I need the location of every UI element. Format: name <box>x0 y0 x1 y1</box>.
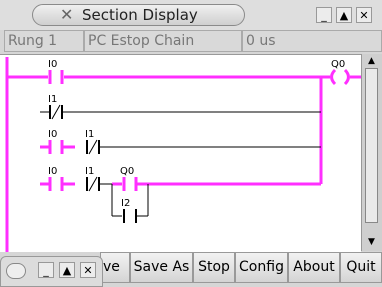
window-title: Section Display <box>82 6 198 24</box>
close-button[interactable]: ✕ <box>356 7 372 23</box>
scroll-thumb[interactable] <box>365 68 378 223</box>
scroll-down-arrow-icon[interactable]: ▼ <box>365 236 378 248</box>
contact-label: I0 <box>48 166 57 177</box>
window-close-x-icon[interactable]: ✕ <box>60 5 73 24</box>
ladder-diagram: I0 Q0 I1 I0 I1 I0 I1 Q0 I2 <box>5 57 361 252</box>
coil-label: Q0 <box>331 59 345 70</box>
about-button[interactable]: About <box>288 252 340 283</box>
coil-right-arc <box>343 68 350 86</box>
contact-label: I1 <box>85 129 94 140</box>
mini-maximize-button[interactable]: ▲ <box>59 262 75 278</box>
contact-label: I0 <box>48 129 57 140</box>
save-button-partial[interactable]: ve <box>100 252 130 283</box>
contact-label: I2 <box>121 198 130 209</box>
stop-button[interactable]: Stop <box>193 252 235 283</box>
scroll-up-arrow-icon[interactable]: ▲ <box>365 55 378 67</box>
mini-minimize-button[interactable]: _ <box>38 262 54 278</box>
mini-window[interactable]: _ ▲ ✕ <box>0 256 103 287</box>
quit-button[interactable]: Quit <box>340 252 382 283</box>
title-bar: ✕ Section Display _ ▲ ✕ <box>0 0 382 30</box>
save-as-button[interactable]: Save As <box>130 252 193 283</box>
contact-label: Q0 <box>120 166 134 177</box>
contact-label: I0 <box>48 59 57 70</box>
coil-left-arc <box>330 68 337 86</box>
time-field: 0 us <box>242 30 382 52</box>
contact-label: I1 <box>85 166 94 177</box>
minimize-button[interactable]: _ <box>316 7 332 23</box>
mini-close-button[interactable]: ✕ <box>80 262 96 278</box>
contact-label: I1 <box>48 94 57 105</box>
ladder-canvas[interactable]: I0 Q0 I1 I0 I1 I0 I1 Q0 I2 <box>0 54 361 252</box>
vertical-scrollbar[interactable]: ▲ ▼ <box>361 54 382 251</box>
mini-window-menu-pill[interactable] <box>6 263 26 279</box>
rung-field: Rung 1 <box>4 30 84 52</box>
config-button[interactable]: Config <box>235 252 288 283</box>
maximize-button[interactable]: ▲ <box>336 7 352 23</box>
section-field: PC Estop Chain <box>84 30 242 52</box>
